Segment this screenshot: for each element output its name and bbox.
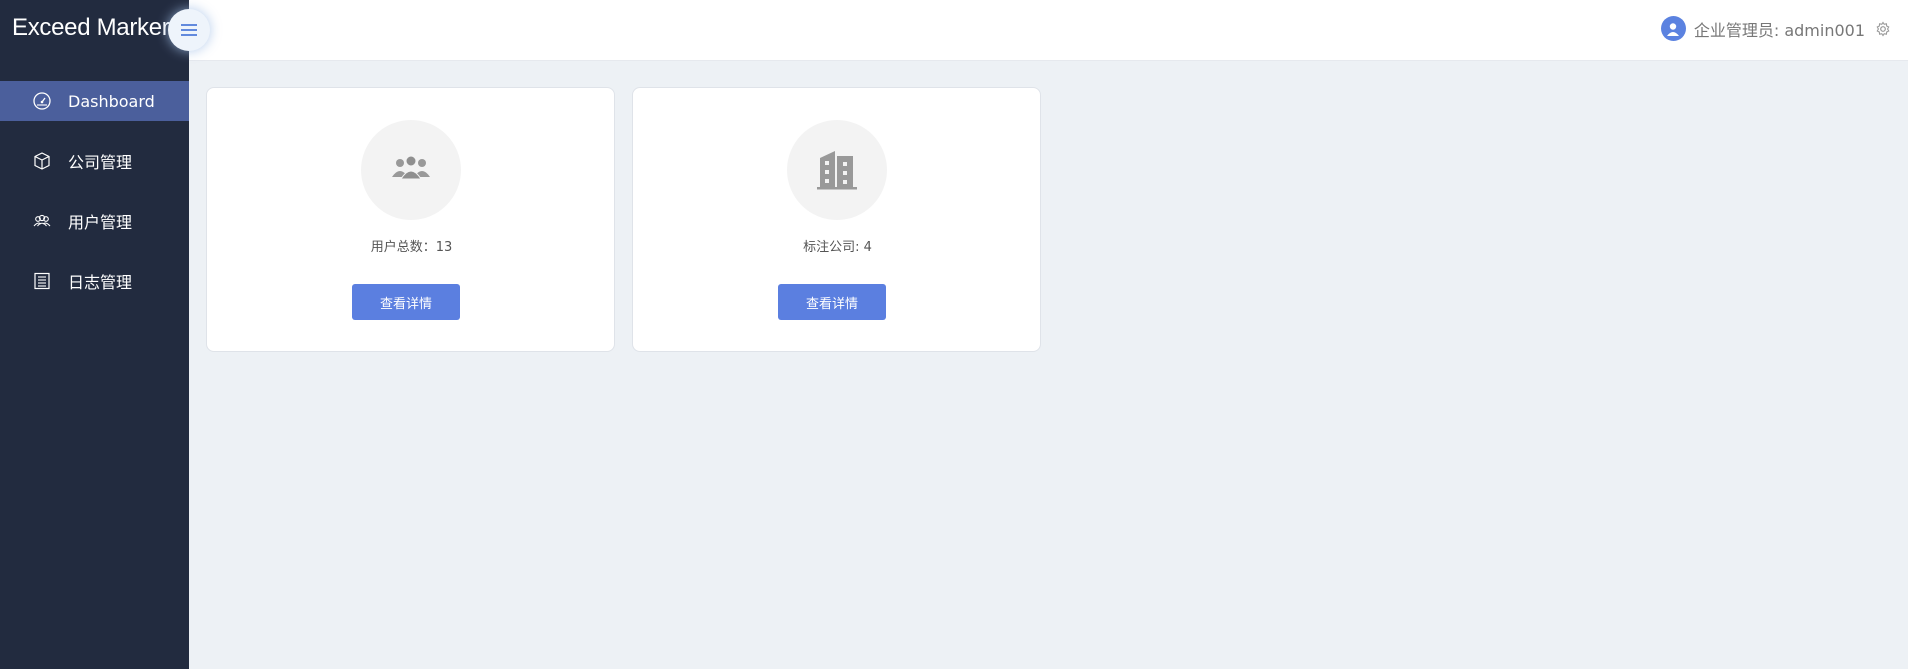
view-companies-detail-button[interactable]: 查看详情 — [778, 284, 886, 320]
sidebar-nav: Dashboard 公司管理 用户管理 日志管理 — [0, 81, 189, 321]
user-group-icon — [391, 155, 431, 185]
user-menu[interactable]: 企业管理员: admin001 — [1660, 16, 1892, 41]
sidebar-item-dashboard[interactable]: Dashboard — [0, 81, 189, 121]
sidebar-item-label: 用户管理 — [68, 213, 133, 232]
view-users-detail-button[interactable]: 查看详情 — [352, 284, 460, 320]
top-header: 企业管理员: admin001 — [189, 0, 1908, 61]
sidebar: Exceed Marker Dashboard 公司管理 用户管理 日志管理 — [0, 0, 189, 669]
cube-icon — [31, 150, 53, 172]
sidebar-item-logs[interactable]: 日志管理 — [0, 261, 189, 301]
user-role-label: 企业管理员: admin001 — [1693, 20, 1865, 40]
company-count-card: 标注公司: 4 查看详情 — [632, 87, 1041, 352]
menu-toggle-button[interactable] — [168, 9, 210, 51]
stat-icon-circle — [361, 120, 461, 220]
log-list-icon — [31, 270, 53, 292]
sidebar-item-users[interactable]: 用户管理 — [0, 201, 189, 241]
stat-icon-circle — [787, 120, 887, 220]
company-total-text: 标注公司: 4 — [803, 240, 872, 255]
building-icon — [815, 146, 859, 194]
sidebar-item-label: 日志管理 — [68, 273, 133, 292]
dashboard-gauge-icon — [31, 90, 53, 112]
hamburger-menu-icon — [180, 23, 198, 37]
gear-icon[interactable] — [1874, 20, 1892, 38]
sidebar-item-label: Dashboard — [68, 91, 155, 111]
users-icon — [31, 210, 53, 232]
sidebar-item-label: 公司管理 — [68, 153, 133, 172]
user-count-card: 用户总数：13 查看详情 — [206, 87, 615, 352]
brand-logo-text: Exceed Marker — [12, 14, 170, 41]
user-avatar-icon — [1660, 16, 1686, 41]
sidebar-item-companies[interactable]: 公司管理 — [0, 141, 189, 181]
user-total-text: 用户总数：13 — [370, 240, 453, 255]
